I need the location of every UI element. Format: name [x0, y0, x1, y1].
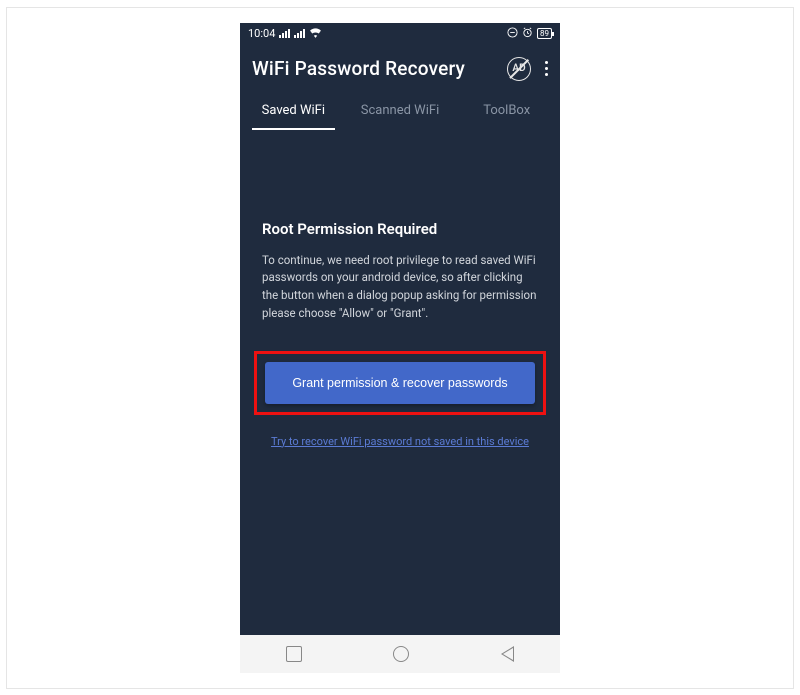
wifi-icon [309, 27, 322, 41]
grant-permission-button[interactable]: Grant permission & recover passwords [265, 362, 535, 404]
main-content: Root Permission Required To continue, we… [240, 130, 560, 635]
tab-toolbox[interactable]: ToolBox [453, 93, 560, 130]
tab-scanned-wifi[interactable]: Scanned WiFi [347, 93, 454, 130]
nav-back-button[interactable] [501, 646, 514, 662]
highlight-annotation: Grant permission & recover passwords [254, 351, 546, 415]
overflow-menu-icon[interactable] [545, 61, 548, 76]
app-bar-actions: AD [507, 57, 548, 81]
status-time: 10:04 [248, 27, 275, 40]
app-bar: WiFi Password Recovery AD [240, 45, 560, 93]
signal-icon-2 [294, 29, 305, 38]
tab-bar: Saved WiFi Scanned WiFi ToolBox [240, 93, 560, 130]
alarm-icon [522, 27, 533, 41]
status-right: 89 [507, 27, 552, 41]
battery-icon: 89 [537, 28, 552, 39]
status-left: 10:04 [248, 27, 322, 41]
no-ads-icon[interactable]: AD [507, 57, 531, 81]
status-bar: 10:04 89 [240, 23, 560, 45]
nav-recents-button[interactable] [286, 646, 302, 662]
nav-home-button[interactable] [393, 646, 409, 662]
signal-icon [279, 29, 290, 38]
recover-not-saved-link[interactable]: Try to recover WiFi password not saved i… [262, 435, 538, 448]
phone-screen: 10:04 89 WiFi Password Recovery AD [240, 23, 560, 673]
permission-body: To continue, we need root privilege to r… [262, 252, 538, 323]
app-title: WiFi Password Recovery [252, 57, 465, 80]
dnd-icon [507, 27, 518, 41]
tab-saved-wifi[interactable]: Saved WiFi [240, 93, 347, 130]
android-nav-bar [240, 635, 560, 673]
permission-heading: Root Permission Required [262, 220, 538, 238]
outer-frame: 10:04 89 WiFi Password Recovery AD [6, 7, 794, 689]
